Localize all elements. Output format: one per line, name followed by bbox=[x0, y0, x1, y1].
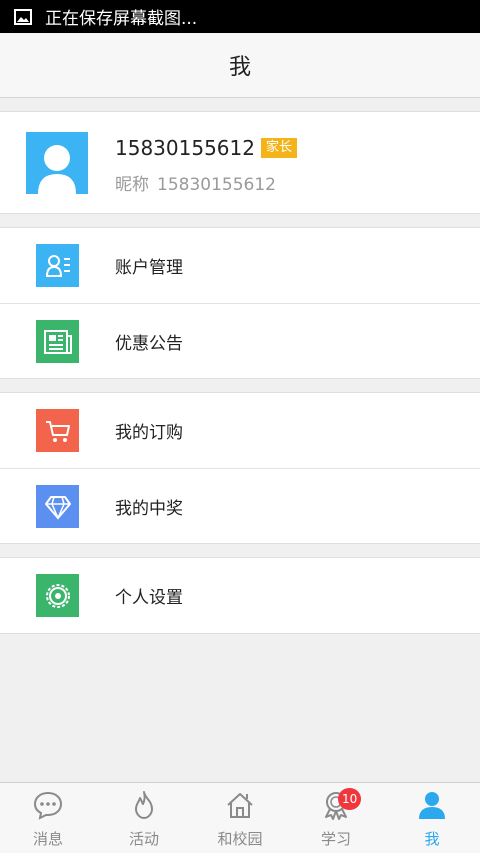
menu-item-announcements[interactable]: 优惠公告 bbox=[0, 303, 480, 378]
avatar-person-icon bbox=[38, 145, 76, 194]
cart-icon bbox=[36, 409, 79, 452]
nickname-value: 15830155612 bbox=[157, 175, 276, 195]
person-icon bbox=[417, 790, 447, 820]
menu-label: 我的中奖 bbox=[115, 498, 183, 519]
phone-number: 15830155612 bbox=[115, 136, 255, 160]
menu-item-prizes[interactable]: 我的中奖 bbox=[0, 468, 480, 543]
role-badge: 家长 bbox=[260, 138, 297, 158]
nickname-line: 昵称 15830155612 bbox=[115, 170, 276, 195]
tab-messages[interactable]: 消息 bbox=[0, 783, 96, 853]
menu-label: 我的订购 bbox=[115, 423, 183, 443]
account-card-icon bbox=[36, 244, 79, 287]
menu-label: 账户管理 bbox=[115, 258, 183, 278]
status-bar: 正在保存屏幕截图... bbox=[0, 0, 480, 33]
avatar bbox=[26, 132, 88, 194]
diamond-icon bbox=[36, 485, 79, 528]
tab-label: 消息 bbox=[32, 830, 63, 848]
tab-me[interactable]: 我 bbox=[384, 783, 480, 853]
nickname-label: 昵称 bbox=[115, 175, 149, 195]
house-icon bbox=[225, 790, 255, 820]
title-bar: 我 bbox=[0, 33, 480, 98]
page-title: 我 bbox=[228, 55, 251, 80]
menu-label: 优惠公告 bbox=[115, 333, 183, 354]
bottom-tab-bar: 消息 活动 和校园 10 学习 我 bbox=[0, 782, 480, 853]
profile-phone: 15830155612 家长 bbox=[115, 136, 297, 160]
tab-label: 和校园 bbox=[217, 830, 263, 848]
tab-activities[interactable]: 活动 bbox=[96, 783, 192, 853]
chat-bubble-icon bbox=[33, 790, 63, 820]
menu-item-account[interactable]: 账户管理 bbox=[0, 228, 480, 303]
menu-item-settings[interactable]: 个人设置 bbox=[0, 558, 480, 633]
notification-count-badge: 10 bbox=[338, 788, 362, 810]
tab-label: 活动 bbox=[128, 830, 159, 848]
flame-icon bbox=[129, 790, 159, 820]
tab-campus[interactable]: 和校园 bbox=[192, 783, 288, 853]
menu-label: 个人设置 bbox=[115, 588, 183, 608]
menu-group-account: 账户管理 优惠公告 bbox=[0, 227, 480, 379]
image-notification-icon bbox=[14, 8, 32, 25]
settings-gear-icon bbox=[36, 574, 79, 617]
status-text: 正在保存屏幕截图... bbox=[45, 9, 198, 29]
profile-card[interactable]: 15830155612 家长 昵称 15830155612 bbox=[0, 111, 480, 214]
tab-label: 我 bbox=[424, 830, 440, 848]
tab-study[interactable]: 10 学习 bbox=[288, 783, 384, 853]
newspaper-icon bbox=[36, 320, 79, 363]
menu-group-settings: 个人设置 bbox=[0, 557, 480, 634]
menu-item-orders[interactable]: 我的订购 bbox=[0, 393, 480, 468]
tab-label: 学习 bbox=[320, 830, 351, 848]
menu-group-orders: 我的订购 我的中奖 bbox=[0, 392, 480, 544]
